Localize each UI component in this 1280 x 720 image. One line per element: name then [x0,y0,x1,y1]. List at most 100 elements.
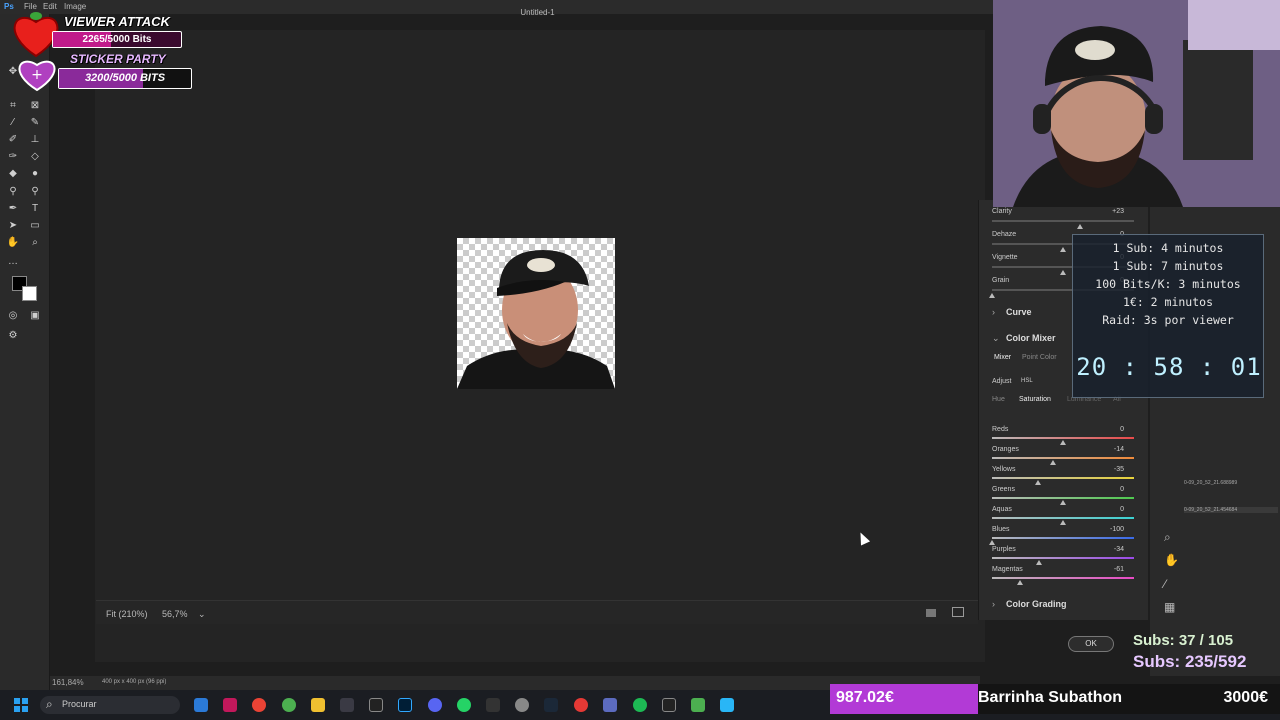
app-icon[interactable] [574,698,588,712]
calculator-icon[interactable] [340,698,354,712]
eraser-icon[interactable]: ◇ [28,149,42,163]
mixer-value[interactable]: 0 [1094,426,1124,433]
effect-slider-track[interactable] [992,220,1134,222]
effect-label: Grain [992,277,1010,284]
effect-value[interactable]: +23 [1094,208,1124,215]
bucket-icon[interactable]: ◆ [6,166,20,180]
color-grading-section[interactable]: › Color Grading [992,599,1067,609]
mixer-slider-track[interactable] [992,497,1134,499]
curve-section[interactable]: › Curve [992,307,1032,317]
mixer-slider-track[interactable] [992,537,1134,539]
mixer-slider-track[interactable] [992,457,1134,459]
subathon-label: Barrinha Subathon [978,689,1123,706]
background-color-swatch[interactable] [22,286,37,301]
effect-slider-thumb[interactable] [1060,247,1066,252]
app-icon[interactable] [282,698,296,712]
effect-slider-thumb[interactable] [1060,270,1066,275]
sponge-icon[interactable]: ⚲ [28,184,42,198]
screen-mode-icon[interactable]: ▣ [28,308,42,322]
select-icon[interactable]: ➤ [6,218,20,232]
mixer-value[interactable]: -34 [1094,546,1124,553]
app-icon[interactable] [691,698,705,712]
layer-name[interactable]: 0-09_20_52_21.454684 [1184,507,1278,513]
crop-tool-icon[interactable]: ⌗ [6,98,20,112]
before-after-icon[interactable] [952,607,964,617]
mixer-slider-track[interactable] [992,437,1134,439]
layer-name[interactable]: 0-09_20_52_21.688989 [1184,480,1237,486]
tab-point-color[interactable]: Point Color [1022,354,1057,361]
type-icon[interactable]: T [28,201,42,215]
mixer-slider-thumb[interactable] [989,540,995,545]
notepad-icon[interactable] [720,698,734,712]
sticker-party-title: STICKER PARTY [70,52,166,66]
effect-slider-thumb[interactable] [989,293,995,298]
whatsapp-icon[interactable] [457,698,471,712]
search-box[interactable]: ⌕ Procurar [40,696,180,714]
mixer-value[interactable]: -100 [1094,526,1124,533]
blur-icon[interactable]: ● [28,166,42,180]
tab-mixer[interactable]: Mixer [994,354,1011,361]
mixer-slider-thumb[interactable] [1035,480,1042,485]
rectangle-icon[interactable]: ▭ [28,218,42,232]
eyedropper-icon[interactable]: ⁄ [1164,577,1166,591]
healing-brush-icon[interactable]: ✎ [28,115,42,129]
grid-icon[interactable]: ▦ [1164,600,1175,614]
effect-slider-thumb[interactable] [1077,224,1084,229]
tab-hue[interactable]: Hue [992,396,1005,403]
mixer-slider-thumb[interactable] [1016,580,1023,585]
dodge-icon[interactable]: ⚲ [6,184,20,198]
search-icon: ⌕ [46,697,53,711]
obs-icon[interactable] [515,698,529,712]
zoom-percent[interactable]: 56,7% [162,609,188,619]
hand-icon[interactable]: ✋ [1164,553,1179,567]
view-single-icon[interactable] [926,609,936,617]
ok-button[interactable]: OK [1068,636,1114,652]
history-brush-icon[interactable]: ✑ [6,149,20,163]
tab-saturation[interactable]: Saturation [1019,396,1051,403]
windows-start-icon[interactable] [14,698,28,712]
mixer-value[interactable]: -61 [1094,566,1124,573]
chevron-down-icon[interactable]: ⌄ [198,609,206,620]
epic-games-icon[interactable] [486,698,500,712]
spotify-icon[interactable] [633,698,647,712]
mixer-slider-thumb[interactable] [1060,500,1066,505]
adjust-select[interactable]: HSL [1021,378,1033,384]
extras-icon[interactable]: ⚙ [6,328,20,342]
discord-icon[interactable] [428,698,442,712]
steam-icon[interactable] [544,698,558,712]
mixer-slider-track[interactable] [992,517,1134,519]
quick-mask-icon[interactable]: ◎ [6,308,20,322]
folder-icon[interactable] [311,698,325,712]
chrome-icon[interactable] [252,698,266,712]
mixer-value[interactable]: -35 [1094,466,1124,473]
frame-tool-icon[interactable]: ⊠ [28,98,42,112]
stamp-icon[interactable]: ⊥ [28,132,42,146]
brush-icon[interactable]: ✐ [6,132,20,146]
widgets-icon[interactable] [194,698,208,712]
mixer-slider-thumb[interactable] [1060,520,1066,525]
mixer-slider-track[interactable] [992,477,1134,479]
mixer-slider-thumb[interactable] [1035,560,1042,565]
mixer-slider-thumb[interactable] [1050,460,1057,465]
eyedropper-icon[interactable]: ⁄ [6,115,20,129]
zoom-icon[interactable]: ⌕ [1164,530,1171,545]
mixer-value[interactable]: -14 [1094,446,1124,453]
app-icon[interactable] [223,698,237,712]
effect-label: Dehaze [992,231,1017,238]
zoom-icon[interactable]: ⌕ [28,235,42,249]
mixer-value[interactable]: 0 [1094,506,1124,513]
mixer-slider-track[interactable] [992,557,1134,559]
capcut-icon[interactable] [662,698,676,712]
color-mixer-section[interactable]: ⌄ Color Mixer [992,333,1056,344]
mixer-value[interactable]: 0 [1094,486,1124,493]
mixer-slider-track[interactable] [992,577,1134,579]
pen-icon[interactable]: ✒ [6,201,20,215]
app-icon[interactable] [603,698,617,712]
more-tools-icon[interactable]: … [6,254,20,268]
fit-zoom-label[interactable]: Fit (210%) [106,609,148,619]
photoshop-icon[interactable] [398,698,412,712]
hand-icon[interactable]: ✋ [6,235,20,249]
mixer-slider-thumb[interactable] [1060,440,1066,445]
capcut-icon[interactable] [369,698,383,712]
image-preview[interactable] [457,238,615,389]
